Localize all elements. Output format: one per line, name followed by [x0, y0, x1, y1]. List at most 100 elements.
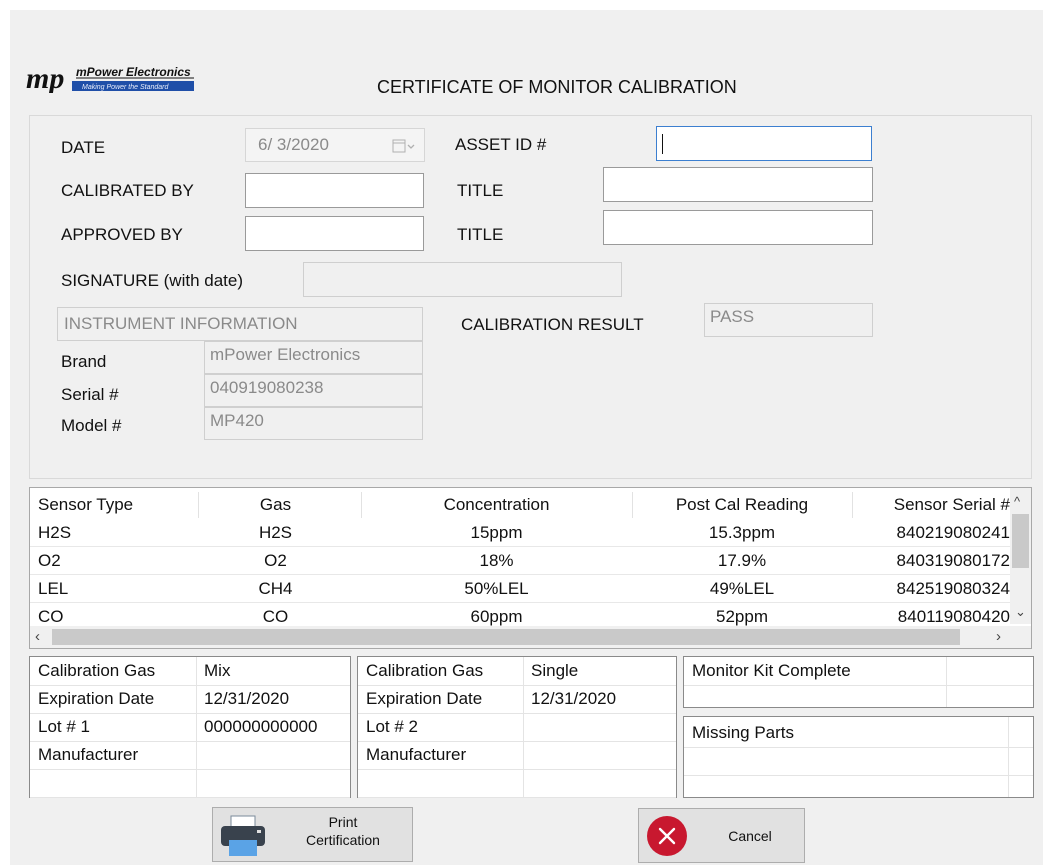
column-header[interactable]: Gas	[190, 492, 362, 518]
cancel-button[interactable]: Cancel	[638, 808, 805, 863]
table-row[interactable]: Calibration Gas Single	[358, 657, 676, 686]
print-certification-button[interactable]: Print Certification	[212, 807, 413, 862]
table-cell[interactable]: H2S	[30, 520, 198, 546]
instrument-info-header: INSTRUMENT INFORMATION	[57, 307, 423, 341]
table-cell[interactable]: O2	[30, 548, 198, 574]
calendar-dropdown-icon[interactable]	[392, 138, 416, 154]
missing-parts-table[interactable]: Missing Parts	[683, 716, 1034, 798]
gas-field-label	[358, 769, 523, 797]
title-label-2: TITLE	[457, 225, 504, 244]
scroll-up-icon[interactable]: ^	[1014, 494, 1020, 509]
table-cell[interactable]: LEL	[30, 576, 198, 602]
logo-letters: mp	[26, 62, 64, 93]
printer-icon	[221, 815, 265, 856]
table-cell[interactable]: 15ppm	[361, 520, 632, 546]
title-input-2[interactable]	[603, 210, 873, 245]
table-row[interactable]: Manufacturer	[30, 741, 350, 770]
table-cell[interactable]: 49%LEL	[632, 576, 852, 602]
cancel-label: Cancel	[728, 828, 772, 844]
gas-field-label: Lot # 1	[38, 717, 90, 736]
calibration-gas-1-table[interactable]: Calibration Gas Mix Expiration Date 12/31/2…	[29, 656, 351, 798]
table-cell[interactable]: O2	[190, 548, 361, 574]
scroll-left-icon[interactable]: ‹	[35, 628, 40, 645]
date-picker[interactable]: 6/ 3/2020	[245, 128, 425, 162]
table-cell[interactable]: 18%	[361, 548, 632, 574]
calibration-result-value: PASS	[704, 303, 873, 337]
table-cell[interactable]: 842519080324	[852, 576, 1010, 602]
serial-label: Serial #	[61, 385, 119, 404]
cancel-x-icon	[647, 816, 687, 856]
signature-label: SIGNATURE (with date)	[61, 271, 244, 290]
gas-field-label	[30, 769, 196, 797]
gas-field-label: Lot # 2	[366, 717, 418, 736]
gas-field-value[interactable]: Mix	[196, 657, 230, 685]
table-row[interactable]	[358, 769, 676, 798]
serial-value: 040919080238	[204, 374, 423, 407]
gas-field-label: Calibration Gas	[366, 661, 484, 680]
table-row[interactable]: O2 O2 18% 17.9% 840319080172	[30, 548, 1010, 575]
gas-field-label: Calibration Gas	[38, 661, 156, 680]
missing-parts-header: Missing Parts	[692, 723, 795, 742]
table-cell[interactable]: H2S	[190, 520, 361, 546]
calibration-gas-2-table[interactable]: Calibration Gas Single Expiration Date 12/3…	[357, 656, 677, 798]
mpower-logo: mp mPower Electronics Making Power the S…	[24, 57, 196, 95]
gas-field-label: Manufacturer	[38, 745, 139, 764]
table-row[interactable]: Expiration Date 12/31/2020	[30, 685, 350, 714]
calibrated-by-label: CALIBRATED BY	[61, 181, 194, 200]
scroll-thumb[interactable]	[1012, 514, 1029, 568]
table-row[interactable]: Expiration Date 12/31/2020	[358, 685, 676, 714]
table-cell[interactable]: CH4	[190, 576, 361, 602]
gas-field-label: Expiration Date	[38, 689, 155, 708]
monitor-kit-header: Monitor Kit Complete	[692, 661, 851, 680]
print-label-line2: Certification	[306, 832, 380, 848]
gas-field-value[interactable]	[523, 769, 531, 797]
model-label: Model #	[61, 416, 122, 435]
date-label: DATE	[61, 138, 106, 157]
gas-field-value[interactable]: Single	[523, 657, 578, 685]
approved-by-input[interactable]	[245, 216, 424, 251]
scroll-right-icon[interactable]: ›	[996, 628, 1001, 645]
column-header[interactable]: Post Cal Reading	[632, 492, 853, 518]
text-cursor	[662, 134, 663, 154]
column-header[interactable]: Concentration	[361, 492, 633, 518]
table-cell[interactable]: 840219080241	[852, 520, 1010, 546]
table-row[interactable]: Lot # 2	[358, 713, 676, 742]
table-row[interactable]: LEL CH4 50%LEL 49%LEL 842519080324	[30, 576, 1010, 603]
column-header[interactable]: Sensor Serial #	[852, 492, 1010, 518]
gas-field-label: Expiration Date	[366, 689, 483, 708]
sensor-table[interactable]: Sensor Type Gas Concentration Post Cal R…	[29, 487, 1032, 649]
hscroll-thumb[interactable]	[52, 629, 960, 645]
scroll-down-icon[interactable]: ⌄	[1015, 604, 1026, 620]
table-row[interactable]: Calibration Gas Mix	[30, 657, 350, 686]
table-cell[interactable]: 50%LEL	[361, 576, 632, 602]
table-cell[interactable]: 15.3ppm	[632, 520, 852, 546]
signature-field[interactable]	[303, 262, 622, 297]
column-header[interactable]: Sensor Type	[30, 492, 199, 518]
sensor-table-header: Sensor Type Gas Concentration Post Cal R…	[30, 492, 1010, 518]
calibrated-by-input[interactable]	[245, 173, 424, 208]
title-label-1: TITLE	[457, 181, 504, 200]
approved-by-label: APPROVED BY	[61, 225, 183, 244]
gas-field-value[interactable]	[196, 769, 204, 797]
gas-field-value[interactable]: 12/31/2020	[196, 685, 289, 713]
gas-field-value[interactable]: 000000000000	[196, 713, 317, 741]
asset-id-label: ASSET ID #	[455, 135, 547, 154]
gas-field-value[interactable]	[523, 741, 531, 769]
asset-id-input[interactable]	[656, 126, 872, 161]
logo-brand-text: mPower Electronics	[76, 65, 191, 79]
title-input-1[interactable]	[603, 167, 873, 202]
table-cell[interactable]: 840319080172	[852, 548, 1010, 574]
date-value: 6/ 3/2020	[258, 135, 329, 154]
brand-label: Brand	[61, 352, 107, 371]
table-row[interactable]	[30, 769, 350, 798]
table-row[interactable]: H2S H2S 15ppm 15.3ppm 840219080241	[30, 520, 1010, 547]
vertical-scrollbar[interactable]: ^ ⌄	[1010, 488, 1031, 624]
monitor-kit-table[interactable]: Monitor Kit Complete	[683, 656, 1034, 708]
table-cell[interactable]: 17.9%	[632, 548, 852, 574]
table-row[interactable]: Manufacturer	[358, 741, 676, 770]
gas-field-value[interactable]	[196, 741, 204, 769]
table-row[interactable]: Lot # 1 000000000000	[30, 713, 350, 742]
gas-field-value[interactable]	[523, 713, 531, 741]
gas-field-value[interactable]: 12/31/2020	[523, 685, 616, 713]
horizontal-scrollbar[interactable]: ‹ ›	[30, 626, 1031, 648]
